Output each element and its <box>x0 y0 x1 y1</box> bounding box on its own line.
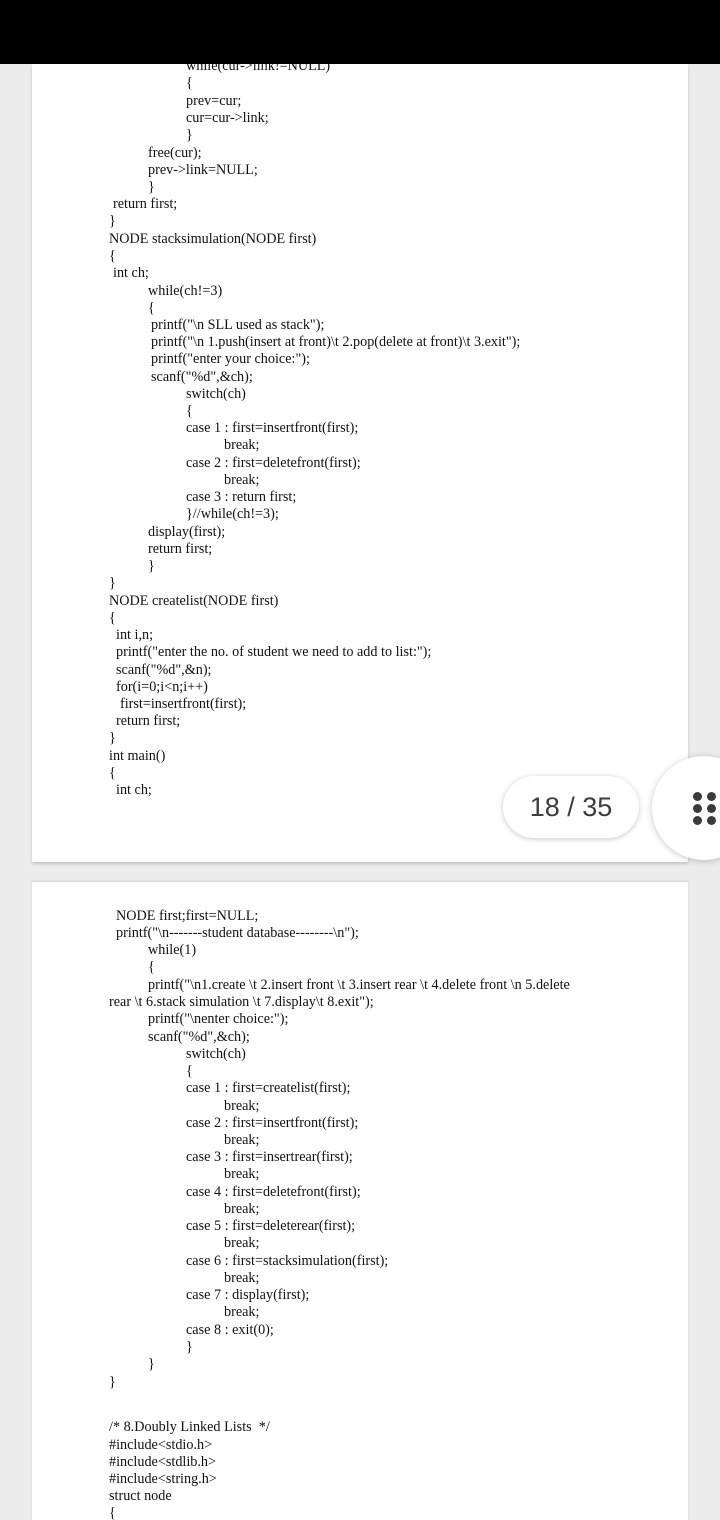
code-line: return first; <box>113 196 178 212</box>
code-line: #include<stdlib.h> <box>109 1454 217 1470</box>
code-line: prev->link=NULL; <box>148 162 258 178</box>
code-line: switch(ch) <box>186 386 246 402</box>
code-line: break; <box>224 1098 260 1114</box>
code-line: free(cur); <box>148 145 202 161</box>
code-line: break; <box>224 1201 260 1217</box>
code-line: int ch; <box>113 265 149 281</box>
code-line: break; <box>224 1304 260 1320</box>
code-line: } <box>109 1374 116 1390</box>
code-line: break; <box>224 1235 260 1251</box>
code-line: } <box>109 730 116 746</box>
page-counter-label: 18 / 35 <box>529 791 613 822</box>
code-line: { <box>109 1505 116 1520</box>
code-line: NODE stacksimulation(NODE first) <box>109 231 317 247</box>
code-line: { <box>186 403 193 419</box>
document-page-bottom: NODE first;first=NULL; printf("\n-------s… <box>32 882 688 1520</box>
code-line: case 1 : first=insertfront(first); <box>186 420 359 436</box>
code-line: cur=cur->link; <box>186 110 269 126</box>
code-line: { <box>109 610 116 626</box>
code-line: break; <box>224 1132 260 1148</box>
code-line: printf("\n1.create \t 2.insert front \t … <box>148 977 570 993</box>
code-line: #include<stdio.h> <box>109 1437 213 1453</box>
code-line: }//while(ch!=3); <box>186 506 279 522</box>
code-line: while(1) <box>148 942 197 958</box>
code-line: case 7 : display(first); <box>186 1287 310 1303</box>
code-line: int main() <box>109 748 166 764</box>
code-line: } <box>109 575 116 591</box>
code-line: } <box>148 1356 155 1372</box>
grid-dot <box>693 816 702 825</box>
code-line: printf("\nenter choice:"); <box>148 1011 289 1027</box>
grid-dot <box>707 792 716 801</box>
code-line: { <box>148 959 155 975</box>
code-line: first=insertfront(first); <box>120 696 247 712</box>
code-line: break; <box>224 472 260 488</box>
code-line: while(ch!=3) <box>148 283 223 299</box>
code-line: rear \t 6.stack simulation \t 7.display\… <box>109 994 374 1010</box>
code-line: printf("\n 1.push(insert at front)\t 2.p… <box>151 334 521 350</box>
code-line: scanf("%d",&ch); <box>148 1029 250 1045</box>
code-line: switch(ch) <box>186 1046 246 1062</box>
code-line: case 8 : exit(0); <box>186 1322 274 1338</box>
grid-dot <box>707 816 716 825</box>
code-line: for(i=0;i<n;i++) <box>116 679 208 695</box>
code-line: break; <box>224 437 260 453</box>
code-line: } <box>148 558 155 574</box>
code-line: int i,n; <box>116 627 154 643</box>
code-line: case 4 : first=deletefront(first); <box>186 1184 361 1200</box>
code-line: { <box>148 300 155 316</box>
code-line: scanf("%d",&n); <box>116 662 212 678</box>
code-line: #include<string.h> <box>109 1471 217 1487</box>
code-line: } <box>109 213 116 229</box>
code-line: { <box>186 1063 193 1079</box>
document-page-top: while(cur->link!=NULL){prev=cur; cur=cur-… <box>32 64 688 862</box>
grid-dot <box>693 804 702 813</box>
code-line: { <box>109 248 116 264</box>
code-line: /* 8.Doubly Linked Lists */ <box>109 1419 270 1435</box>
code-line: int ch; <box>116 782 152 798</box>
code-line: while(cur->link!=NULL) <box>186 64 331 74</box>
page-counter: 18 / 35 <box>503 776 639 838</box>
code-line: display(first); <box>148 524 226 540</box>
code-line: scanf("%d",&ch); <box>151 369 253 385</box>
code-line: { <box>186 75 193 91</box>
code-line: return first; <box>116 713 181 729</box>
code-line: NODE createlist(NODE first) <box>109 593 279 609</box>
code-line: printf("enter your choice:"); <box>151 351 310 367</box>
grid-dots-icon <box>693 792 702 801</box>
code-line: printf("enter the no. of student we need… <box>116 644 432 660</box>
code-line: prev=cur; <box>186 93 242 109</box>
code-line: break; <box>224 1166 260 1182</box>
code-line: case 2 : first=deletefront(first); <box>186 455 361 471</box>
code-line: { <box>109 765 116 781</box>
code-line: } <box>186 127 193 143</box>
code-line: case 5 : first=deleterear(first); <box>186 1218 356 1234</box>
code-line: struct node <box>109 1488 172 1504</box>
code-line: case 3 : return first; <box>186 489 297 505</box>
code-line: return first; <box>148 541 213 557</box>
status-bar <box>0 0 720 64</box>
code-line: case 3 : first=insertrear(first); <box>186 1149 353 1165</box>
code-line: printf("\n SLL used as stack"); <box>151 317 325 333</box>
code-line: } <box>186 1339 193 1355</box>
code-line: break; <box>224 1270 260 1286</box>
code-line: } <box>148 179 155 195</box>
grid-dot <box>707 804 716 813</box>
code-line: NODE first;first=NULL; <box>116 908 259 924</box>
code-line: case 1 : first=createlist(first); <box>186 1080 351 1096</box>
code-line: case 2 : first=insertfront(first); <box>186 1115 359 1131</box>
code-line: case 6 : first=stacksimulation(first); <box>186 1253 389 1269</box>
code-line: printf("\n-------student database-------… <box>116 925 359 941</box>
